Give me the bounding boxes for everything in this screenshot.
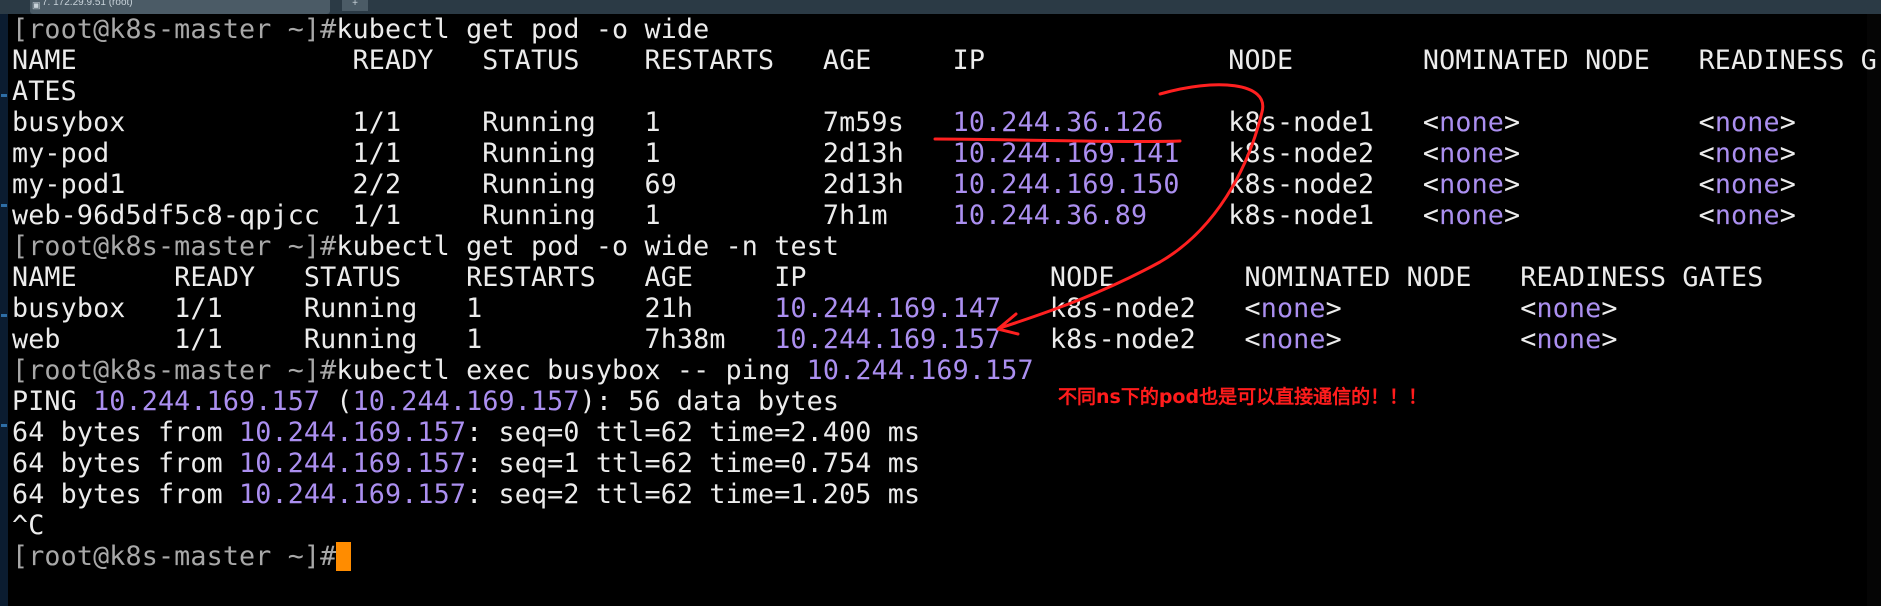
red-annotation-stroke bbox=[933, 83, 1265, 336]
annotation-note: 不同ns下的pod也是可以直接通信的！！！ bbox=[1058, 386, 1428, 408]
